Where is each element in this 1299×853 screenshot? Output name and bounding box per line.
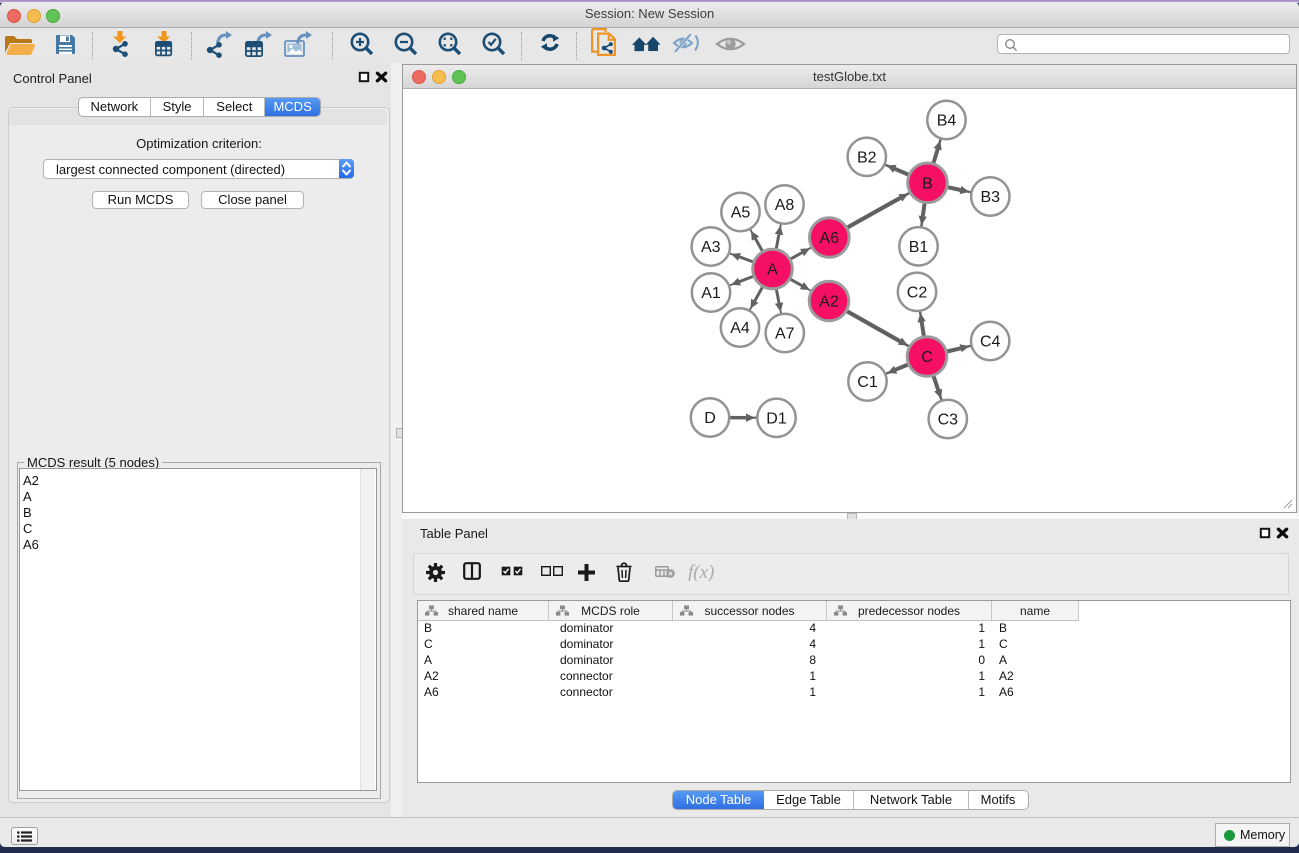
svg-text:A2: A2 xyxy=(819,294,839,311)
svg-text:C: C xyxy=(921,349,933,366)
svg-text:A8: A8 xyxy=(775,197,795,214)
svg-text:D1: D1 xyxy=(766,410,787,427)
svg-text:A3: A3 xyxy=(701,239,721,256)
svg-text:B: B xyxy=(922,175,933,192)
svg-text:f(x): f(x) xyxy=(688,563,714,581)
svg-text:A5: A5 xyxy=(731,205,751,222)
svg-text:A7: A7 xyxy=(775,326,795,343)
svg-text:D: D xyxy=(704,410,716,427)
svg-text:A: A xyxy=(767,262,778,279)
svg-text:C3: C3 xyxy=(938,412,959,429)
svg-text:B2: B2 xyxy=(857,149,877,166)
svg-text:B3: B3 xyxy=(981,189,1001,206)
svg-text:C2: C2 xyxy=(907,284,928,301)
svg-text:A4: A4 xyxy=(730,320,750,337)
svg-text:B4: B4 xyxy=(937,113,957,130)
svg-text:A1: A1 xyxy=(701,285,721,302)
svg-text:C1: C1 xyxy=(857,374,878,391)
svg-text:C4: C4 xyxy=(980,334,1001,351)
svg-text:A6: A6 xyxy=(820,230,840,247)
svg-text:B1: B1 xyxy=(909,239,929,256)
